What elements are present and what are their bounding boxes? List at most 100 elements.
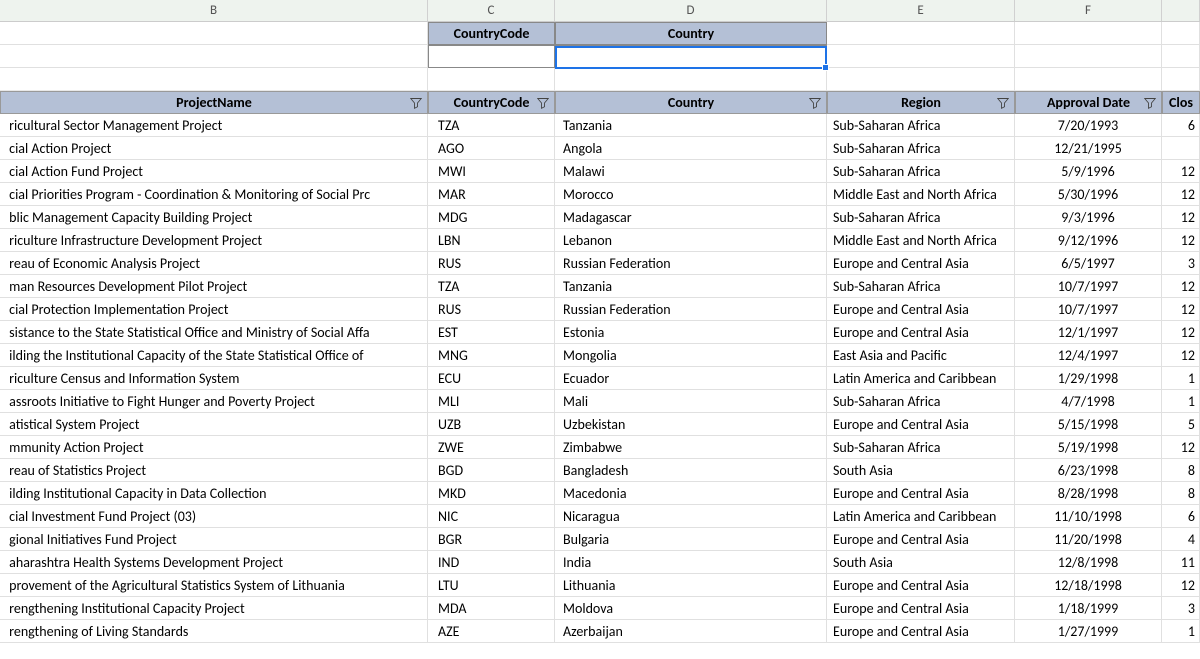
cell-approval-date[interactable]: 12/1/1997	[1015, 321, 1162, 344]
cell-project[interactable]: ricultural Sector Management Project	[0, 114, 428, 137]
cell-project[interactable]: atistical System Project	[0, 413, 428, 436]
cell-country[interactable]: Bulgaria	[555, 528, 827, 551]
cell-project[interactable]: reau of Statistics Project	[0, 459, 428, 482]
cell-F2[interactable]	[1015, 45, 1162, 68]
cell-approval-date[interactable]: 6/5/1997	[1015, 252, 1162, 275]
cell-approval-date[interactable]: 12/8/1998	[1015, 551, 1162, 574]
cell-closing-tail[interactable]: 3	[1162, 597, 1200, 620]
filter-icon[interactable]	[409, 96, 423, 110]
cell-G2[interactable]	[1162, 45, 1200, 68]
cell-approval-date[interactable]: 11/10/1998	[1015, 505, 1162, 528]
cell-region[interactable]: Europe and Central Asia	[827, 620, 1015, 643]
cell-closing-tail[interactable]: 12	[1162, 229, 1200, 252]
header-region[interactable]: Region	[827, 91, 1015, 114]
cell-region[interactable]: Sub-Saharan Africa	[827, 137, 1015, 160]
cell-project[interactable]: cial Investment Fund Project (03)	[0, 505, 428, 528]
cell-country[interactable]: Russian Federation	[555, 252, 827, 275]
cell-project[interactable]: cial Protection Implementation Project	[0, 298, 428, 321]
cell-approval-date[interactable]: 1/18/1999	[1015, 597, 1162, 620]
cell-country-code[interactable]: AGO	[428, 137, 555, 160]
cell-project[interactable]: reau of Economic Analysis Project	[0, 252, 428, 275]
header-country-code[interactable]: CountryCode	[428, 91, 555, 114]
cell-region[interactable]: Europe and Central Asia	[827, 298, 1015, 321]
cell-E2[interactable]	[827, 45, 1015, 68]
cell-project[interactable]: mmunity Action Project	[0, 436, 428, 459]
filter-icon[interactable]	[536, 96, 550, 110]
cell-closing-tail[interactable]: 12	[1162, 183, 1200, 206]
cell-region[interactable]: Europe and Central Asia	[827, 413, 1015, 436]
cell-approval-date[interactable]: 4/7/1998	[1015, 390, 1162, 413]
cell-country[interactable]: Malawi	[555, 160, 827, 183]
cell-country[interactable]: Moldova	[555, 597, 827, 620]
cell-country[interactable]: Uzbekistan	[555, 413, 827, 436]
cell-project[interactable]: rengthening of Living Standards	[0, 620, 428, 643]
cell-closing-tail[interactable]: 12	[1162, 160, 1200, 183]
cell-project[interactable]: man Resources Development Pilot Project	[0, 275, 428, 298]
cell-country-code[interactable]: AZE	[428, 620, 555, 643]
cell-country-code[interactable]: TZA	[428, 275, 555, 298]
cell-E3[interactable]	[827, 68, 1015, 91]
cell-country-code[interactable]: MKD	[428, 482, 555, 505]
filter-icon[interactable]	[996, 96, 1010, 110]
cell-region[interactable]: Sub-Saharan Africa	[827, 275, 1015, 298]
cell-country[interactable]: India	[555, 551, 827, 574]
cell-country-code[interactable]: BGD	[428, 459, 555, 482]
cell-region[interactable]: Middle East and North Africa	[827, 183, 1015, 206]
cell-region[interactable]: Sub-Saharan Africa	[827, 160, 1015, 183]
cell-region[interactable]: Latin America and Caribbean	[827, 505, 1015, 528]
cell-closing-tail[interactable]: 8	[1162, 459, 1200, 482]
cell-country-code[interactable]: MDA	[428, 597, 555, 620]
cell-region[interactable]: Europe and Central Asia	[827, 574, 1015, 597]
cell-country-code[interactable]: EST	[428, 321, 555, 344]
cell-approval-date[interactable]: 12/18/1998	[1015, 574, 1162, 597]
cell-closing-tail[interactable]: 4	[1162, 528, 1200, 551]
cell-country[interactable]: Russian Federation	[555, 298, 827, 321]
header-approval-date[interactable]: Approval Date	[1015, 91, 1162, 114]
cell-country-code[interactable]: UZB	[428, 413, 555, 436]
cell-country-code[interactable]: MLI	[428, 390, 555, 413]
cell-country-code[interactable]: MDG	[428, 206, 555, 229]
cell-region[interactable]: Europe and Central Asia	[827, 528, 1015, 551]
cell-region[interactable]: Europe and Central Asia	[827, 252, 1015, 275]
cell-E1[interactable]	[827, 22, 1015, 45]
cell-country-code[interactable]: ZWE	[428, 436, 555, 459]
header-closing[interactable]: Clos	[1162, 91, 1200, 114]
cell-approval-date[interactable]: 9/12/1996	[1015, 229, 1162, 252]
cell-region[interactable]: Middle East and North Africa	[827, 229, 1015, 252]
cell-approval-date[interactable]: 8/28/1998	[1015, 482, 1162, 505]
cell-approval-date[interactable]: 1/29/1998	[1015, 367, 1162, 390]
cell-country[interactable]: Bangladesh	[555, 459, 827, 482]
cell-project[interactable]: ilding the Institutional Capacity of the…	[0, 344, 428, 367]
cell-country-code[interactable]: TZA	[428, 114, 555, 137]
cell-closing-tail[interactable]: 1	[1162, 390, 1200, 413]
cell-country[interactable]: Mali	[555, 390, 827, 413]
cell-country-code[interactable]: MWI	[428, 160, 555, 183]
cell-region[interactable]: South Asia	[827, 459, 1015, 482]
cell-country[interactable]: Angola	[555, 137, 827, 160]
cell-project[interactable]: gional Initiatives Fund Project	[0, 528, 428, 551]
col-header-D[interactable]: D	[555, 0, 827, 21]
cell-closing-tail[interactable]	[1162, 137, 1200, 160]
cell-D3[interactable]	[555, 68, 827, 91]
cell-country-code[interactable]: ECU	[428, 367, 555, 390]
cell-D2-input[interactable]	[555, 45, 827, 68]
cell-closing-tail[interactable]: 12	[1162, 574, 1200, 597]
cell-F3[interactable]	[1015, 68, 1162, 91]
cell-closing-tail[interactable]: 12	[1162, 206, 1200, 229]
cell-project[interactable]: cial Action Fund Project	[0, 160, 428, 183]
cell-approval-date[interactable]: 10/7/1997	[1015, 298, 1162, 321]
cell-closing-tail[interactable]: 3	[1162, 252, 1200, 275]
cell-project[interactable]: riculture Infrastructure Development Pro…	[0, 229, 428, 252]
cell-approval-date[interactable]: 1/27/1999	[1015, 620, 1162, 643]
cell-region[interactable]: Sub-Saharan Africa	[827, 114, 1015, 137]
cell-C1-countrycode-header[interactable]: CountryCode	[428, 22, 555, 45]
cell-project[interactable]: aharashtra Health Systems Development Pr…	[0, 551, 428, 574]
cell-project[interactable]: rengthening Institutional Capacity Proje…	[0, 597, 428, 620]
cell-country[interactable]: Estonia	[555, 321, 827, 344]
cell-region[interactable]: Europe and Central Asia	[827, 597, 1015, 620]
cell-project[interactable]: provement of the Agricultural Statistics…	[0, 574, 428, 597]
cell-project[interactable]: riculture Census and Information System	[0, 367, 428, 390]
cell-project[interactable]: blic Management Capacity Building Projec…	[0, 206, 428, 229]
cell-approval-date[interactable]: 9/3/1996	[1015, 206, 1162, 229]
cell-approval-date[interactable]: 6/23/1998	[1015, 459, 1162, 482]
